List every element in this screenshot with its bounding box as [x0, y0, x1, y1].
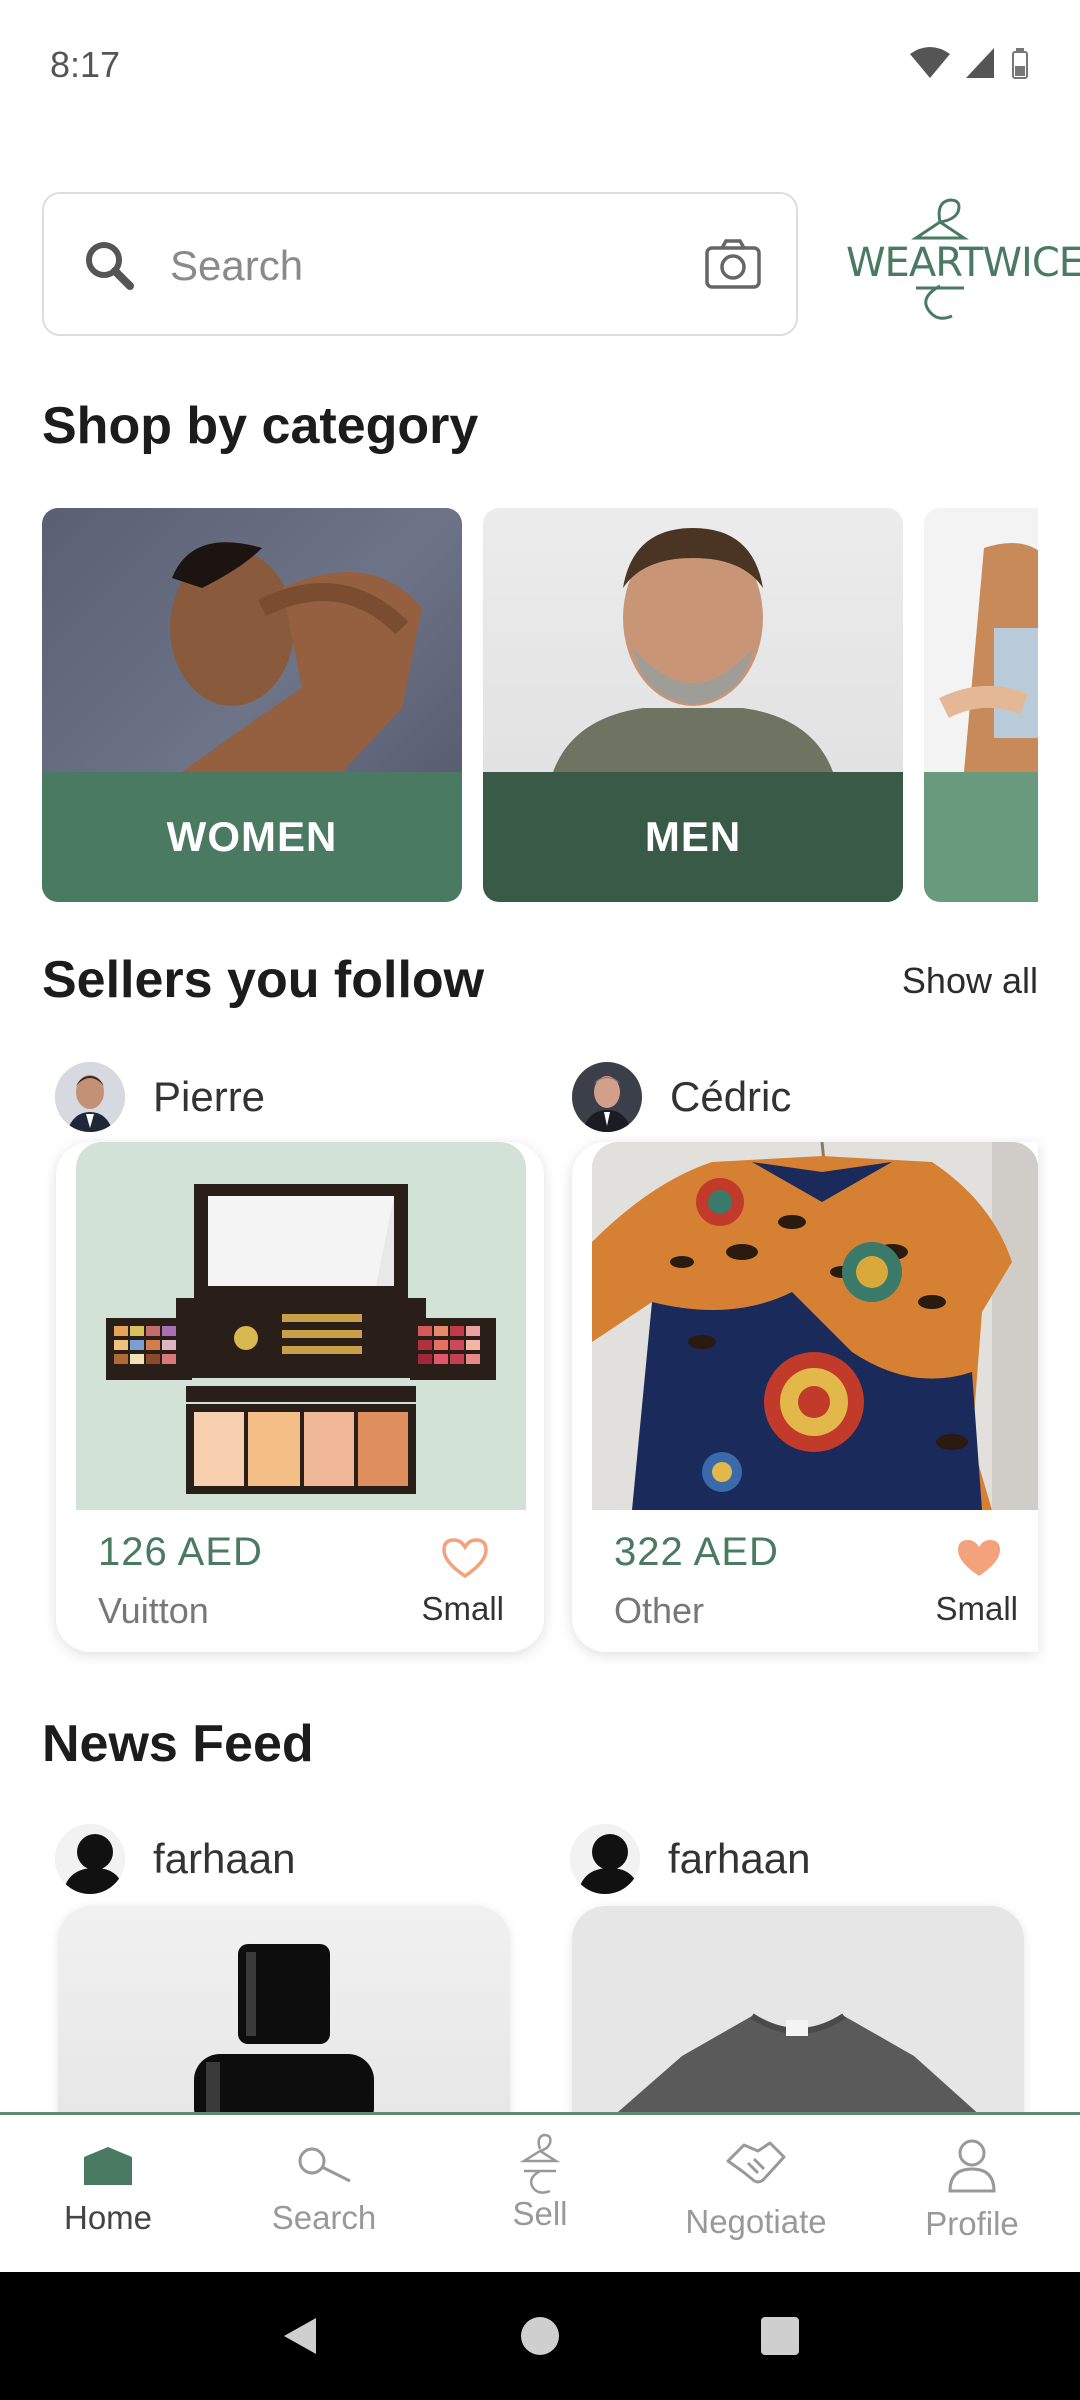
logo-text: WEARTWICE	[846, 240, 1080, 286]
seller-name: Cédric	[670, 1073, 792, 1120]
product-card-pierre[interactable]: 126 AED Vuitton Small	[56, 1142, 544, 1652]
nav-negotiate[interactable]: Negotiate	[648, 2115, 864, 2272]
system-navigation-bar	[0, 2272, 1080, 2400]
sellers-you-follow-title: Sellers you follow	[42, 951, 485, 1009]
avatar	[55, 1062, 125, 1132]
product-card-cedric[interactable]: 322 AED Other Small	[572, 1142, 1038, 1652]
category-label-women: WOMEN	[42, 772, 462, 902]
kids-photo	[924, 508, 1038, 772]
category-label-men: MEN	[483, 772, 903, 902]
recents-icon[interactable]	[758, 2314, 802, 2358]
feed-card-tshirt[interactable]	[572, 1906, 1024, 2126]
search-input[interactable]: Search	[42, 192, 798, 336]
status-bar: 8:17	[0, 0, 1080, 130]
nav-label: Negotiate	[685, 2203, 827, 2240]
battery-icon	[1012, 48, 1028, 79]
product-image-shirt	[592, 1142, 1038, 1510]
nav-sell[interactable]: Sell	[432, 2115, 648, 2272]
heart-filled-icon[interactable]	[954, 1536, 1004, 1580]
nav-profile[interactable]: Profile	[864, 2115, 1080, 2272]
product-image-makeup	[76, 1142, 526, 1510]
hanger-icon	[519, 2133, 561, 2194]
status-icons	[910, 46, 1030, 80]
signal-icon	[966, 48, 994, 78]
shop-by-category-title: Shop by category	[42, 397, 479, 455]
nav-home[interactable]: Home	[0, 2115, 216, 2272]
home-button-icon[interactable]	[518, 2314, 562, 2358]
category-card-kids[interactable]	[924, 508, 1038, 902]
product-size: Small	[935, 1590, 1018, 1627]
search-icon	[298, 2147, 351, 2183]
product-brand: Other	[614, 1590, 705, 1631]
show-all-link[interactable]: Show all	[902, 960, 1038, 1002]
product-price: 126 AED	[98, 1530, 263, 1574]
home-icon	[84, 2147, 132, 2185]
nav-label: Profile	[925, 2205, 1019, 2242]
men-photo	[483, 508, 903, 772]
status-time: 8:17	[50, 44, 121, 85]
back-icon[interactable]	[278, 2314, 322, 2358]
camera-icon[interactable]	[704, 238, 762, 290]
heart-outline-icon[interactable]	[440, 1536, 490, 1580]
feed-user-name: farhaan	[153, 1835, 296, 1882]
category-card-women[interactable]: WOMEN	[42, 508, 462, 902]
nav-search[interactable]: Search	[216, 2115, 432, 2272]
feed-user-1[interactable]: farhaan	[55, 1824, 295, 1894]
nav-label: Sell	[512, 2195, 568, 2232]
nav-label: Home	[63, 2199, 153, 2236]
feed-user-name: farhaan	[668, 1835, 811, 1882]
category-card-men[interactable]: MEN	[483, 508, 903, 902]
category-label-kids	[924, 772, 1038, 902]
avatar	[55, 1824, 125, 1894]
weartwice-logo: WEARTWICE	[846, 190, 1080, 340]
feed-user-2[interactable]: farhaan	[570, 1824, 810, 1894]
bottom-navigation: Home Search Sell Negotiate Profile	[0, 2112, 1080, 2272]
avatar	[572, 1062, 642, 1132]
category-strip[interactable]: WOMEN MEN	[42, 508, 1038, 902]
nav-label: Search	[271, 2199, 377, 2236]
tshirt-image	[602, 2013, 992, 2126]
feed-card-perfume[interactable]	[58, 1906, 510, 2126]
seller-name: Pierre	[153, 1073, 266, 1120]
seller-cedric[interactable]: Cédric	[572, 1062, 791, 1132]
news-feed-title: News Feed	[42, 1715, 314, 1773]
seller-pierre[interactable]: Pierre	[55, 1062, 265, 1132]
search-placeholder: Search	[170, 242, 304, 289]
perfume-image	[194, 1944, 374, 2126]
profile-icon	[948, 2139, 996, 2193]
women-photo	[42, 508, 462, 772]
avatar	[570, 1824, 640, 1894]
handshake-icon	[726, 2141, 786, 2184]
product-brand: Vuitton	[98, 1590, 209, 1631]
product-price: 322 AED	[614, 1530, 779, 1574]
search-icon	[86, 242, 134, 290]
wifi-icon	[910, 47, 950, 78]
product-size: Small	[421, 1590, 504, 1627]
